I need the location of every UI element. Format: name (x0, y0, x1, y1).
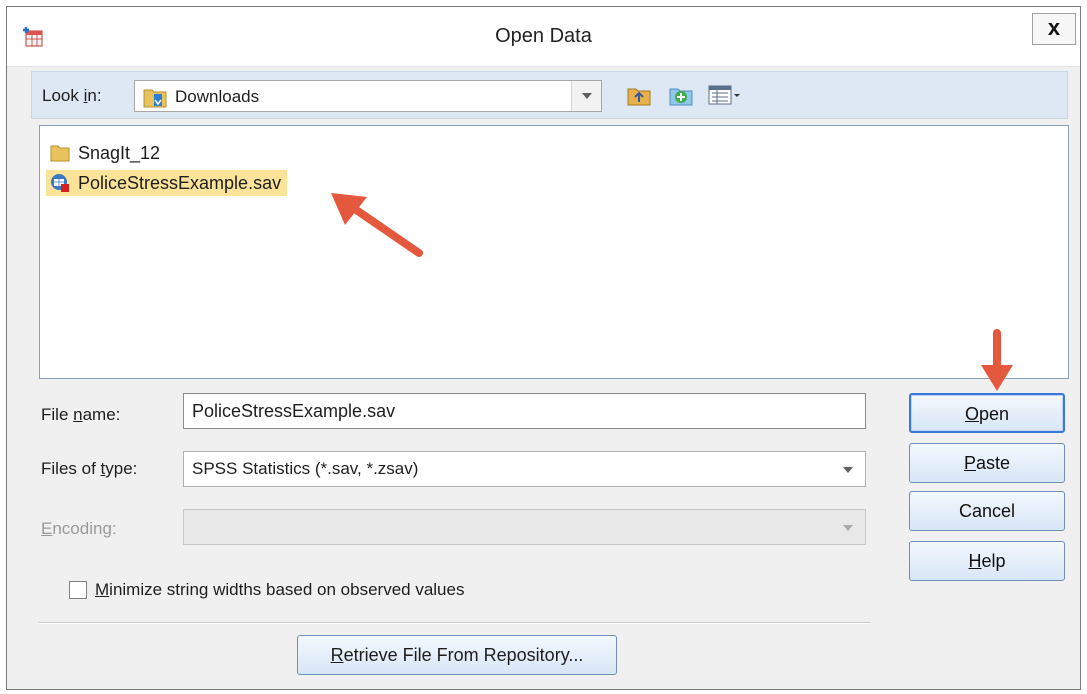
folder-icon (50, 145, 70, 162)
chevron-down-icon (831, 510, 865, 544)
paste-button[interactable]: Paste (909, 443, 1065, 483)
minimize-string-widths-checkbox[interactable] (69, 581, 87, 599)
encoding-label: Encoding: (41, 519, 117, 538)
open-button[interactable]: Open (909, 393, 1065, 433)
minimize-string-widths-label: Minimize string widths based on observed… (95, 580, 465, 599)
chevron-down-icon[interactable] (571, 81, 601, 111)
look-in-label: Look in: (42, 86, 102, 105)
chevron-down-icon[interactable] (831, 452, 865, 486)
file-name: PoliceStressExample.sav (78, 173, 282, 193)
list-item[interactable]: SnagIt_12 (46, 140, 160, 166)
look-in-toolbar: Look in: Downloads (31, 71, 1068, 119)
view-menu-icon[interactable] (708, 82, 742, 108)
downloads-folder-icon (143, 89, 167, 108)
dialog-title: Open Data (495, 25, 592, 47)
look-in-dropdown[interactable]: Downloads (134, 80, 602, 112)
file-type-dropdown[interactable]: SPSS Statistics (*.sav, *.zsav) (183, 451, 866, 487)
cancel-button[interactable]: Cancel (909, 491, 1065, 531)
title-bar: Open Data x (7, 7, 1080, 67)
encoding-dropdown (183, 509, 866, 545)
retrieve-from-repository-button[interactable]: Retrieve File From Repository... (297, 635, 617, 675)
up-folder-icon[interactable] (626, 82, 652, 108)
file-name-input[interactable]: PoliceStressExample.sav (183, 393, 866, 429)
file-list[interactable]: SnagIt_12 PoliceStressExample.sav (39, 125, 1069, 379)
divider (39, 622, 871, 624)
list-item-selected[interactable]: PoliceStressExample.sav (46, 170, 288, 196)
file-name-label: File name: (41, 405, 121, 424)
file-type-label: Files of type: (41, 459, 138, 478)
spss-file-icon (51, 174, 69, 192)
file-name: SnagIt_12 (78, 143, 161, 163)
file-type-value: SPSS Statistics (*.sav, *.zsav) (192, 459, 419, 478)
close-button[interactable]: x (1032, 13, 1076, 45)
open-data-dialog: Open Data x Look in: Downloads SnagIt_12… (6, 6, 1081, 690)
help-button[interactable]: Help (909, 541, 1065, 581)
new-folder-icon[interactable] (668, 82, 694, 108)
look-in-value: Downloads (175, 87, 260, 106)
